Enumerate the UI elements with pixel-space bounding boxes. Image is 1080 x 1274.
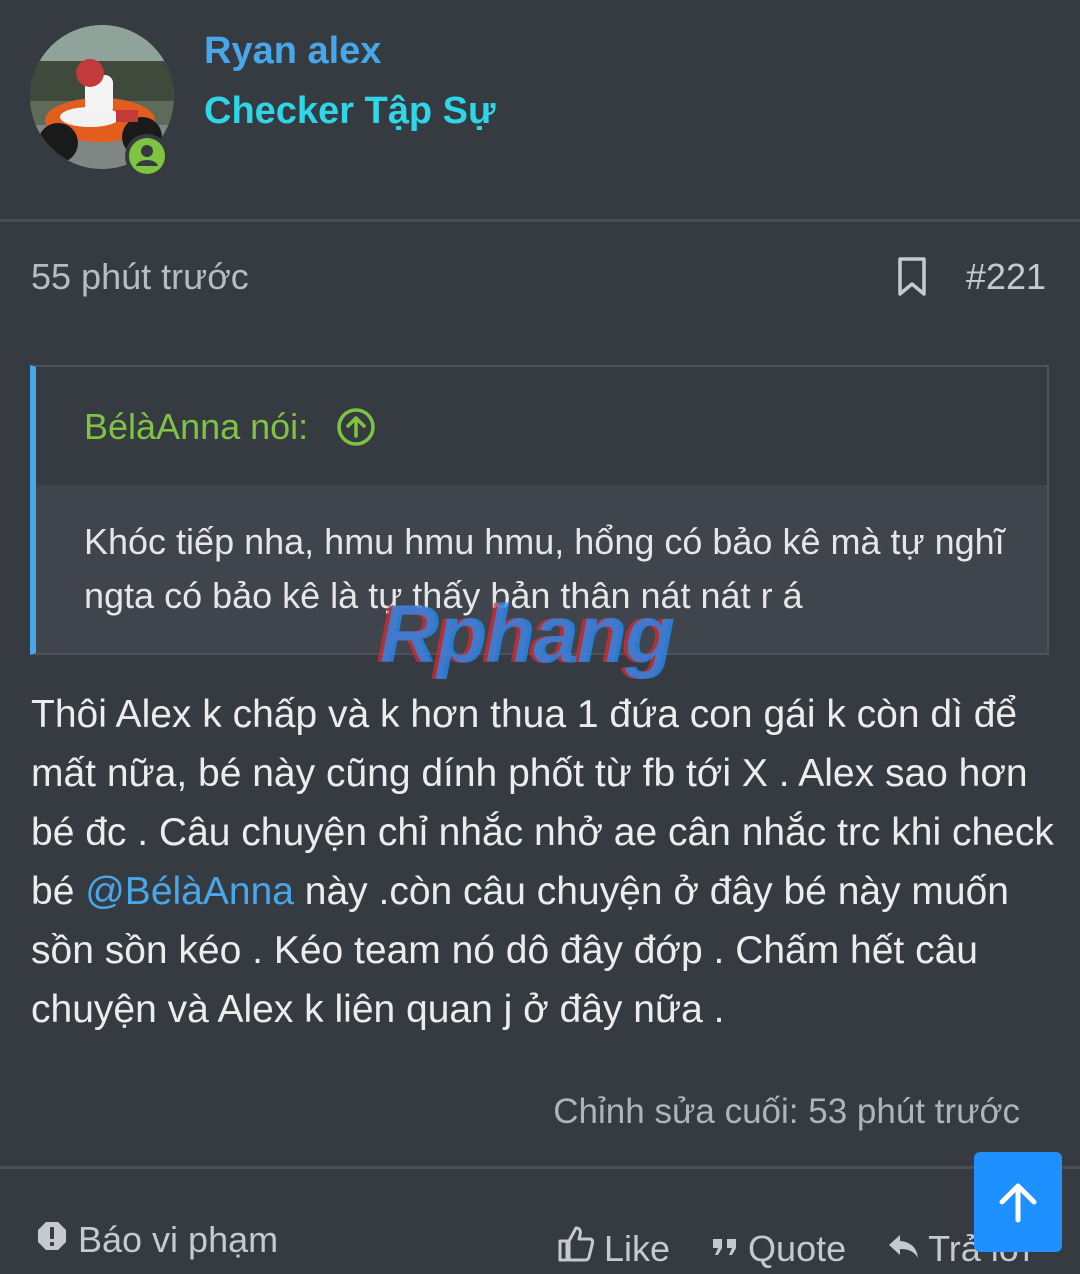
report-label: Báo vi phạm bbox=[78, 1219, 279, 1260]
divider bbox=[0, 1166, 1080, 1169]
user-mention-link[interactable]: @BélàAnna bbox=[85, 870, 294, 913]
bookmark-icon[interactable] bbox=[892, 256, 932, 298]
post-time[interactable]: 55 phút trước bbox=[31, 255, 249, 299]
quote-author[interactable]: BélàAnna nói: bbox=[84, 405, 308, 449]
thumbs-up-icon bbox=[556, 1224, 596, 1274]
arrow-up-circle-icon[interactable] bbox=[336, 407, 376, 447]
scroll-to-top-button[interactable] bbox=[974, 1152, 1062, 1252]
user-title: Checker Tập Sự bbox=[204, 90, 496, 132]
last-edited: Chỉnh sửa cuối: 53 phút trước bbox=[553, 1092, 1020, 1131]
quote-button[interactable]: Quote bbox=[710, 1227, 846, 1271]
username[interactable]: Ryan alex bbox=[204, 28, 381, 74]
post-header: Ryan alex Checker Tập Sự bbox=[0, 0, 1080, 222]
report-button[interactable]: Báo vi phạm bbox=[36, 1218, 278, 1262]
reply-icon bbox=[886, 1227, 920, 1271]
like-button[interactable]: Like bbox=[556, 1224, 670, 1274]
user-online-icon bbox=[125, 134, 169, 178]
watermark-logo: Rphang bbox=[380, 589, 675, 680]
report-icon bbox=[36, 1218, 68, 1262]
quote-icon bbox=[710, 1227, 740, 1271]
quote-header: BélàAnna nói: bbox=[36, 367, 1047, 485]
quote-label: Quote bbox=[748, 1228, 847, 1269]
like-label: Like bbox=[604, 1228, 671, 1269]
post-number[interactable]: #221 bbox=[966, 255, 1046, 299]
post-body: Thôi Alex k chấp và k hơn thua 1 đứa con… bbox=[31, 685, 1056, 1039]
